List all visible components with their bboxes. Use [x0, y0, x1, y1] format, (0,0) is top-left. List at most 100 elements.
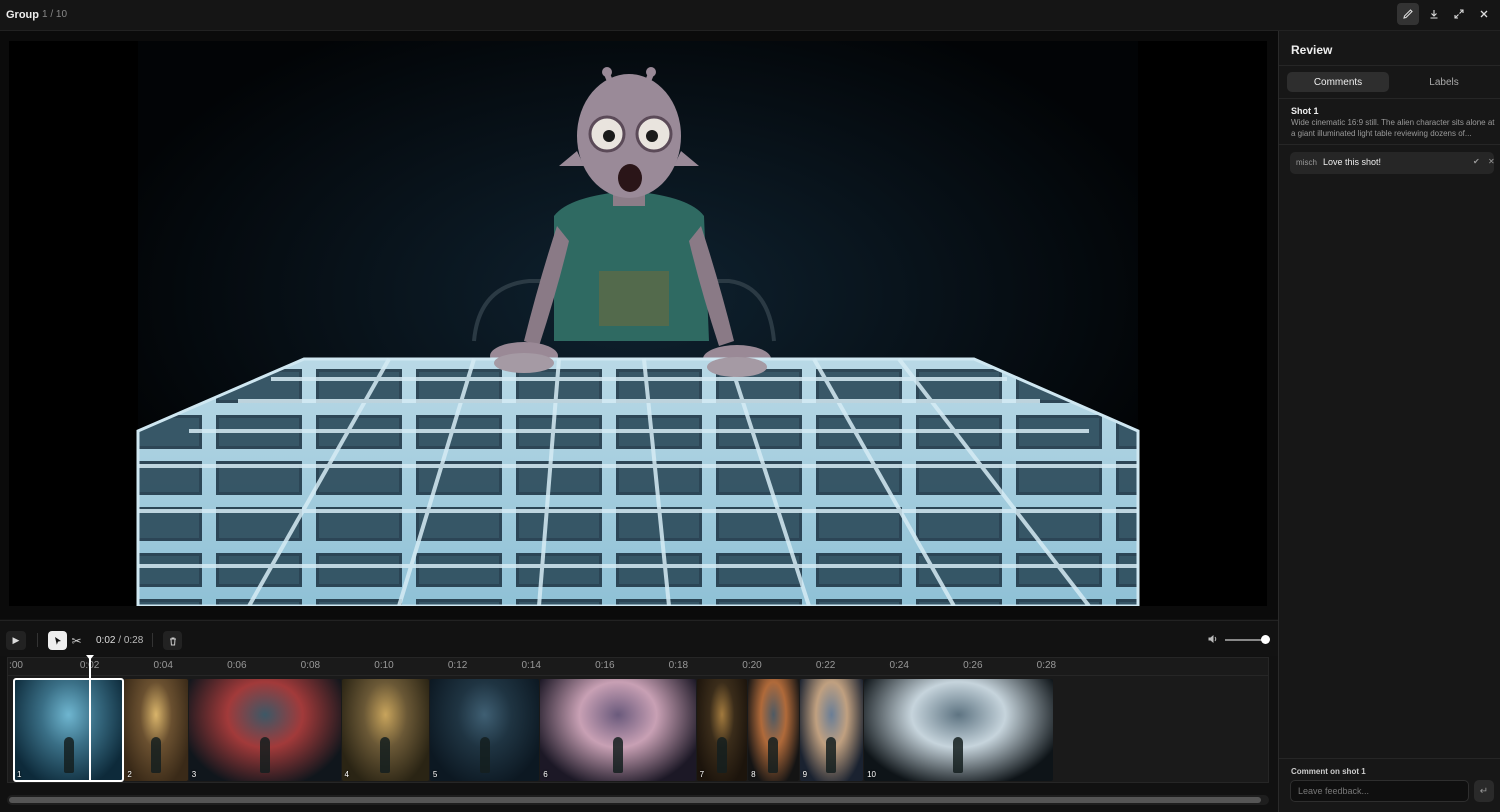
divider — [1279, 758, 1500, 759]
clip-figure — [63, 737, 74, 773]
time-separator: / — [118, 635, 122, 646]
comment-input-label: Comment on shot 1 — [1291, 767, 1366, 776]
volume-icon[interactable] — [1207, 633, 1219, 645]
select-tool-button[interactable] — [48, 631, 67, 650]
delete-comment-icon[interactable]: ✕ — [1488, 157, 1495, 166]
ruler-tick-label: 0:18 — [668, 660, 689, 671]
feedback-input[interactable] — [1290, 780, 1469, 802]
close-icon — [1480, 10, 1488, 18]
ruler-tick-label: 0:14 — [521, 660, 541, 671]
tab-labels[interactable]: Labels — [1393, 72, 1495, 92]
clip-thumbnail[interactable]: 4 — [341, 679, 429, 781]
clip-figure — [612, 737, 623, 773]
timeline-scrollbar[interactable] — [7, 795, 1269, 805]
current-time: 0:02 — [96, 635, 116, 646]
divider — [1279, 144, 1500, 145]
trash-icon — [169, 637, 176, 645]
clip-figure — [953, 737, 964, 773]
ruler-tick-label: 0:22 — [815, 660, 836, 671]
shot-description: Wide cinematic 16:9 still. The alien cha… — [1291, 118, 1495, 138]
clip-figure — [259, 737, 270, 773]
group-title: Group — [6, 9, 39, 21]
timeline-ruler[interactable]: :000:020:040:060:080:100:120:140:160:180… — [7, 657, 1269, 675]
clip-number: 8 — [751, 770, 756, 779]
ruler-tick-label: 0:06 — [227, 660, 247, 671]
clip-number: 9 — [802, 770, 808, 779]
fullscreen-button[interactable] — [1448, 3, 1470, 25]
clip-thumbnail[interactable]: 3 — [188, 679, 341, 781]
resolve-check-icon[interactable]: ✔ — [1473, 157, 1480, 166]
submit-feedback-button[interactable]: ↵ — [1474, 780, 1494, 802]
cut-tool-button[interactable]: ✂ — [68, 631, 85, 650]
ruler-tick-label: 0:04 — [153, 660, 173, 671]
cursor-icon — [54, 636, 61, 645]
clip-figure — [380, 737, 391, 773]
playback-controls: ▶ ✂ 0:02 / 0:28 — [0, 620, 1278, 656]
panel-title: Review — [1291, 43, 1333, 57]
clip-thumbnail[interactable]: 5 — [429, 679, 540, 781]
ruler-tick-label: 0:12 — [447, 660, 468, 671]
clip-figure — [716, 737, 727, 773]
ruler-tick-label: 0:16 — [595, 660, 615, 671]
scrollbar-thumb[interactable] — [9, 797, 1261, 803]
clip-figure — [479, 737, 490, 773]
clip-figure — [826, 737, 837, 773]
clip-number: 2 — [127, 770, 132, 779]
clip-thumbnail[interactable]: 2 — [124, 679, 188, 781]
shot-image — [9, 41, 1267, 606]
clip-thumbnail[interactable]: 7 — [696, 679, 748, 781]
divider — [37, 633, 38, 647]
clip-number: 6 — [543, 770, 548, 779]
clip-number: 7 — [699, 770, 705, 779]
clip-number: 4 — [344, 770, 349, 779]
volume-slider-handle[interactable] — [1261, 635, 1270, 644]
comment-text: Love this shot! — [1323, 157, 1382, 167]
shot-preview — [9, 41, 1267, 606]
total-time: 0:28 — [123, 635, 144, 646]
download-button[interactable] — [1423, 3, 1445, 25]
divider — [152, 633, 153, 647]
comment-item[interactable]: misch Love this shot! ✔ ✕ — [1290, 152, 1495, 174]
clip-thumbnail[interactable]: 6 — [540, 679, 696, 781]
divider — [1279, 65, 1500, 66]
delete-button[interactable] — [163, 631, 182, 650]
panel-tabs: Comments Labels — [1287, 72, 1495, 92]
ruler-tick-label: 0:28 — [1036, 660, 1057, 671]
play-icon: ▶ — [12, 635, 20, 645]
comment-author: misch — [1296, 158, 1317, 167]
tab-comments[interactable]: Comments — [1287, 72, 1389, 92]
image-viewer — [0, 31, 1278, 619]
clip-thumbnail[interactable]: 9 — [799, 679, 864, 781]
group-counter: 1 / 10 — [42, 9, 68, 20]
clip-number: 5 — [432, 770, 438, 779]
clip-number: 1 — [17, 770, 22, 779]
volume-slider[interactable] — [1225, 639, 1265, 641]
clip-thumbnail[interactable]: 1 — [12, 678, 125, 782]
enter-icon: ↵ — [1479, 785, 1489, 797]
scissors-icon: ✂ — [71, 633, 82, 648]
clip-thumbnail[interactable]: 8 — [748, 679, 799, 781]
ruler-tick-label: 0:20 — [742, 660, 762, 671]
divider — [1279, 98, 1500, 99]
ruler-tick-label: 0:24 — [889, 660, 909, 671]
ruler-tick-label: 0:08 — [300, 660, 321, 671]
clip-figure — [768, 737, 779, 773]
top-bar: Group 1 / 10 — [0, 0, 1500, 31]
clip-thumbnail[interactable]: 10 — [864, 679, 1053, 781]
close-button[interactable] — [1473, 3, 1495, 25]
timeline-track: 1 2 3 4 5 6 7 8 9 10 — [7, 675, 1269, 783]
edit-button[interactable] — [1397, 3, 1419, 25]
expand-icon — [1454, 9, 1464, 19]
time-display: 0:02 / 0:28 — [96, 635, 143, 646]
clip-number: 10 — [867, 770, 876, 779]
play-button[interactable]: ▶ — [6, 631, 26, 650]
download-icon — [1430, 10, 1438, 19]
shot-title: Shot 1 — [1291, 106, 1319, 116]
ruler-tick-label: 0:26 — [963, 660, 983, 671]
pencil-icon — [1403, 9, 1413, 19]
playhead[interactable] — [89, 657, 91, 782]
clip-figure — [151, 737, 162, 773]
ruler-tick-label: :00 — [9, 660, 23, 671]
clip-number: 3 — [191, 770, 197, 779]
ruler-tick-label: 0:10 — [374, 660, 394, 671]
